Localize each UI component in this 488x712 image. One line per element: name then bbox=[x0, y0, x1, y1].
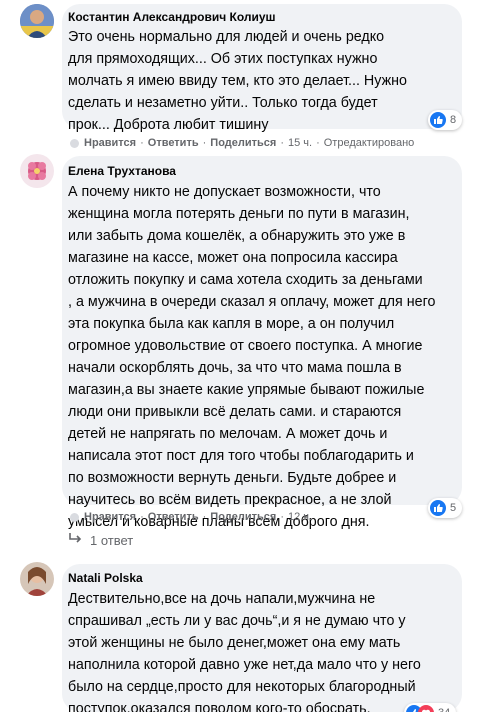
like-reaction-icon bbox=[430, 500, 446, 516]
timestamp[interactable]: 12 ч. bbox=[288, 511, 312, 523]
comment-text: Это очень нормально для людей и очень ре… bbox=[68, 29, 407, 133]
separator: · bbox=[202, 137, 207, 149]
comment-actions: Нравится · Ответить · Поделиться · 15 ч.… bbox=[70, 137, 414, 149]
status-dot-icon bbox=[70, 512, 79, 522]
comment-author[interactable]: Елена Трухтанова bbox=[68, 163, 176, 179]
reply-button[interactable]: Ответить bbox=[148, 137, 199, 149]
separator: · bbox=[280, 137, 284, 149]
view-replies-button[interactable]: 1 ответ bbox=[68, 531, 133, 549]
like-button[interactable]: Нравится bbox=[84, 137, 136, 149]
reaction-number: 8 bbox=[450, 114, 457, 126]
reaction-number: 5 bbox=[450, 502, 457, 514]
like-button[interactable]: Нравится bbox=[84, 511, 136, 523]
replies-count: 1 ответ bbox=[90, 532, 134, 548]
comment-bubble: Natali Polska Дествительно,все на дочь н… bbox=[62, 564, 462, 712]
love-reaction-icon bbox=[418, 705, 434, 712]
separator: · bbox=[140, 511, 144, 523]
separator: · bbox=[140, 137, 144, 149]
comment-actions: Нравится · Ответить · Поделиться · 12 ч. bbox=[70, 511, 312, 523]
avatar[interactable] bbox=[20, 562, 54, 596]
status-dot-icon bbox=[70, 138, 79, 148]
edited-label: Отредактировано bbox=[323, 137, 415, 149]
comment-bubble: Костантин Александрович Колиуш Это очень… bbox=[62, 4, 462, 133]
avatar[interactable] bbox=[20, 154, 54, 188]
comment-text: Дествительно,все на дочь напали,мужчина … bbox=[68, 591, 421, 712]
separator: · bbox=[202, 511, 207, 523]
timestamp[interactable]: 15 ч. bbox=[288, 137, 312, 149]
reaction-count[interactable]: 8 bbox=[428, 110, 463, 130]
reaction-count[interactable]: 5 bbox=[428, 498, 463, 518]
like-reaction-icon bbox=[430, 112, 446, 128]
comment-author[interactable]: Natali Polska bbox=[68, 570, 143, 586]
reaction-number: 34 bbox=[438, 707, 450, 712]
share-button[interactable]: Поделиться bbox=[210, 137, 276, 149]
reply-button[interactable]: Ответить bbox=[148, 511, 199, 523]
share-button[interactable]: Поделиться bbox=[210, 511, 276, 523]
comment-author[interactable]: Костантин Александрович Колиуш bbox=[68, 9, 276, 25]
avatar[interactable] bbox=[20, 4, 54, 38]
separator: · bbox=[280, 511, 284, 523]
comment-text: А почему никто не допускает возможности,… bbox=[68, 184, 436, 530]
reaction-count[interactable]: 34 bbox=[404, 703, 457, 712]
separator: · bbox=[316, 137, 320, 149]
reply-arrow-icon bbox=[68, 531, 82, 549]
